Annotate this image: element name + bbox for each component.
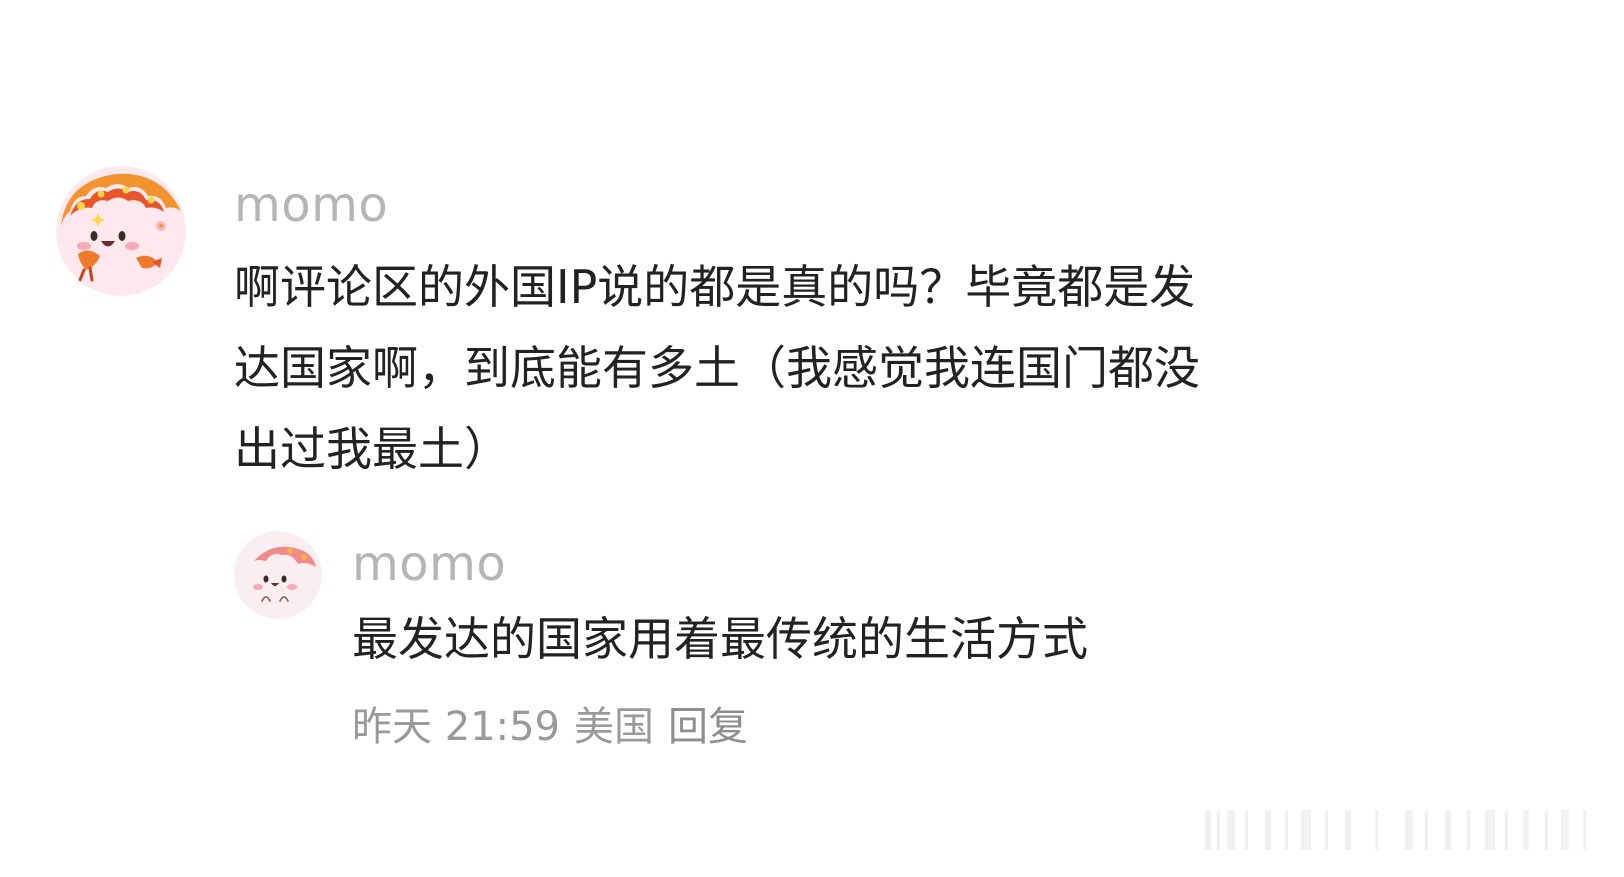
cartoon-mascot-icon <box>234 531 322 619</box>
comment-text-line: 达国家啊，到底能有多土（我感觉我连国门都没 <box>234 341 1200 395</box>
avatar[interactable] <box>234 531 322 619</box>
reply-timestamp: 昨天 21:59 <box>352 704 560 750</box>
cartoon-mascot-icon <box>56 166 186 296</box>
reply-username[interactable]: momo <box>352 536 506 592</box>
watermark-icon <box>1205 810 1586 850</box>
reply-button[interactable]: 回复 <box>668 704 748 750</box>
comment-body: 啊评论区的外国IP说的都是真的吗？毕竟都是发 达国家啊，到底能有多土（我感觉我连… <box>234 247 1354 490</box>
comment-username[interactable]: momo <box>234 177 388 233</box>
reply-location: 美国 <box>574 704 654 750</box>
reply-body: 最发达的国家用着最传统的生活方式 <box>352 612 1088 666</box>
comment-thread: momo 啊评论区的外国IP说的都是真的吗？毕竟都是发 达国家啊，到底能有多土（… <box>0 0 1624 877</box>
comment-text-line: 出过我最土） <box>234 422 510 476</box>
avatar[interactable] <box>56 166 186 296</box>
reply-meta: 昨天 21:59 美国 回复 <box>352 702 748 752</box>
comment-text-line: 啊评论区的外国IP说的都是真的吗？毕竟都是发 <box>234 260 1196 314</box>
